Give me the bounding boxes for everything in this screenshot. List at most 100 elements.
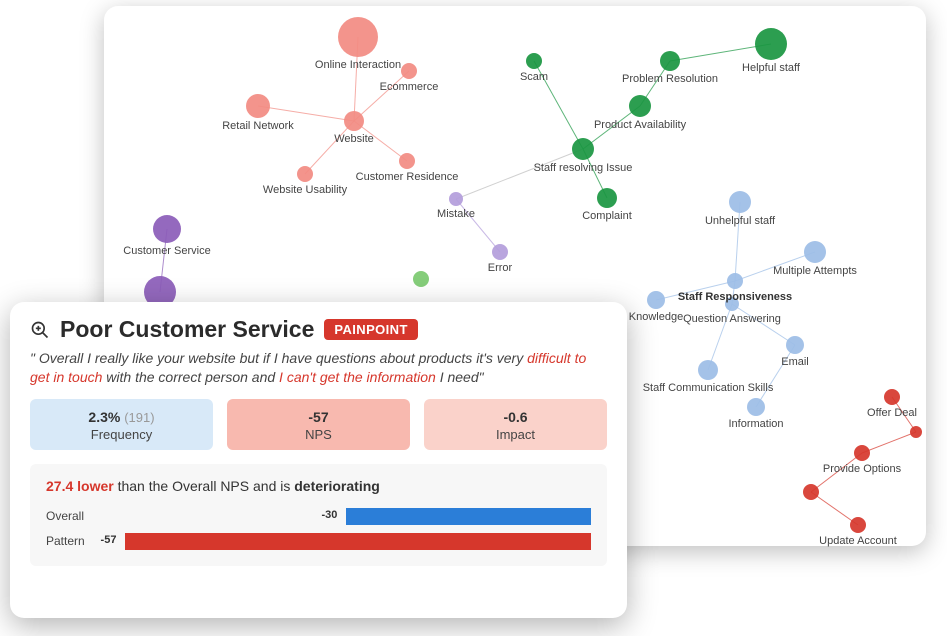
graph-edge <box>456 149 583 199</box>
example-quote: " Overall I really like your website but… <box>30 349 590 387</box>
bar-row-pattern: Pattern -57 <box>46 533 591 550</box>
graph-node-online-interaction[interactable] <box>338 17 378 57</box>
graph-node-staff-responsiveness[interactable] <box>727 273 743 289</box>
graph-edge <box>258 106 354 121</box>
graph-label-customer-service: Customer Service <box>123 245 210 257</box>
graph-label-offer-deal: Offer Deal <box>867 407 917 419</box>
graph-label-helpful-staff: Helpful staff <box>742 62 800 74</box>
cmp-mid: than the Overall NPS and is <box>114 478 295 494</box>
stat-frequency[interactable]: 2.3% (191) Frequency <box>30 399 213 450</box>
graph-label-online-interaction: Online Interaction <box>315 59 401 71</box>
stat-value: 2.3% (191) <box>30 409 213 425</box>
graph-label-question-answering: Question Answering <box>683 313 781 325</box>
graph-node-customer-residence[interactable] <box>399 153 415 169</box>
graph-label-scam: Scam <box>520 71 548 83</box>
graph-node-multiple-attempts[interactable] <box>804 241 826 263</box>
graph-node-offer-deal-sub[interactable] <box>910 426 922 438</box>
graph-label-customer-residence: Customer Residence <box>356 171 459 183</box>
card-header: Poor Customer Service PAINPOINT <box>30 316 607 343</box>
graph-edge <box>862 432 916 453</box>
graph-label-product-availability: Product Availability <box>594 119 686 131</box>
stat-label: NPS <box>227 427 410 442</box>
graph-label-update-account: Update Account <box>819 535 897 547</box>
bar-label: Overall <box>46 509 100 523</box>
graph-edge <box>305 121 354 174</box>
stat-label: Frequency <box>30 427 213 442</box>
graph-node-error[interactable] <box>492 244 508 260</box>
graph-node-update-account[interactable] <box>850 517 866 533</box>
stat-label: Impact <box>424 427 607 442</box>
quote-highlight: I can't get the information <box>279 369 436 385</box>
graph-label-multiple-attempts: Multiple Attempts <box>773 265 857 277</box>
graph-node-knowledge[interactable] <box>647 291 665 309</box>
quote-text: with the correct person and <box>102 369 279 385</box>
graph-node-helpful-staff[interactable] <box>755 28 787 60</box>
comparison-headline: 27.4 lower than the Overall NPS and is d… <box>46 478 591 494</box>
graph-label-website-usability: Website Usability <box>263 184 347 196</box>
graph-label-email: Email <box>781 356 809 368</box>
trend-word: deteriorating <box>294 478 380 494</box>
card-title: Poor Customer Service <box>60 316 314 343</box>
stat-value: -57 <box>227 409 410 425</box>
painpoint-badge: PAINPOINT <box>324 319 417 340</box>
graph-node-unknown-green-small[interactable] <box>413 271 429 287</box>
diff-value: 27.4 lower <box>46 478 114 494</box>
graph-node-problem-resolution[interactable] <box>660 51 680 71</box>
graph-edge <box>756 345 795 407</box>
graph-node-website-usability[interactable] <box>297 166 313 182</box>
bar-label: Pattern <box>46 534 100 548</box>
graph-label-staff-communication-skills: Staff Communication Skills <box>643 382 774 394</box>
graph-node-retail-network[interactable] <box>246 94 270 118</box>
topic-detail-card: Poor Customer Service PAINPOINT " Overal… <box>10 302 627 618</box>
graph-node-information[interactable] <box>747 398 765 416</box>
bar-overall-value: -30 <box>322 509 338 521</box>
graph-node-product-availability[interactable] <box>629 95 651 117</box>
graph-label-provide-options: Provide Options <box>823 463 901 475</box>
freq-count: (191) <box>124 410 154 425</box>
quote-text: I need" <box>436 369 484 385</box>
graph-label-mistake: Mistake <box>437 208 475 220</box>
freq-value: 2.3% <box>88 409 120 425</box>
nps-comparison-block: 27.4 lower than the Overall NPS and is d… <box>30 464 607 566</box>
graph-label-ecommerce: Ecommerce <box>380 81 439 93</box>
bar-row-overall: Overall -30 <box>46 508 591 525</box>
graph-node-offer-mid[interactable] <box>803 484 819 500</box>
graph-node-unhelpful-staff[interactable] <box>729 191 751 213</box>
quote-text: " Overall I really like your website but… <box>30 350 527 366</box>
graph-node-ecommerce[interactable] <box>401 63 417 79</box>
graph-node-website[interactable] <box>344 111 364 131</box>
graph-edge <box>354 71 409 121</box>
graph-edge <box>456 199 500 252</box>
graph-node-mistake[interactable] <box>449 192 463 206</box>
graph-node-provide-options[interactable] <box>854 445 870 461</box>
graph-label-staff-resolving-issue: Staff resolving Issue <box>534 162 633 174</box>
stat-nps[interactable]: -57 NPS <box>227 399 410 450</box>
bar-overall-fill <box>346 508 592 525</box>
graph-label-problem-resolution: Problem Resolution <box>622 73 718 85</box>
graph-label-website: Website <box>334 133 374 145</box>
stat-impact[interactable]: -0.6 Impact <box>424 399 607 450</box>
bar-pattern-fill <box>125 533 591 550</box>
graph-node-scam[interactable] <box>526 53 542 69</box>
graph-node-customer-service[interactable] <box>153 215 181 243</box>
stat-value: -0.6 <box>424 409 607 425</box>
graph-label-staff-responsiveness: Staff Responsiveness <box>678 291 792 303</box>
magnify-icon <box>30 320 50 340</box>
stats-row: 2.3% (191) Frequency -57 NPS -0.6 Impact <box>30 399 607 450</box>
bar-track: -57 <box>100 533 591 550</box>
graph-label-unhelpful-staff: Unhelpful staff <box>705 215 775 227</box>
graph-node-offer-deal[interactable] <box>884 389 900 405</box>
graph-node-staff-resolving-issue[interactable] <box>572 138 594 160</box>
bar-track: -30 <box>100 508 591 525</box>
graph-label-knowledge: Knowledge <box>629 311 683 323</box>
graph-node-staff-communication-skills[interactable] <box>698 360 718 380</box>
bar-pattern-value: -57 <box>101 534 117 546</box>
graph-edge <box>735 202 740 281</box>
graph-label-retail-network: Retail Network <box>222 120 294 132</box>
graph-edge <box>811 492 858 525</box>
graph-label-information: Information <box>728 418 783 430</box>
graph-label-complaint: Complaint <box>582 210 632 222</box>
graph-label-error: Error <box>488 262 512 274</box>
graph-node-complaint[interactable] <box>597 188 617 208</box>
graph-node-email[interactable] <box>786 336 804 354</box>
